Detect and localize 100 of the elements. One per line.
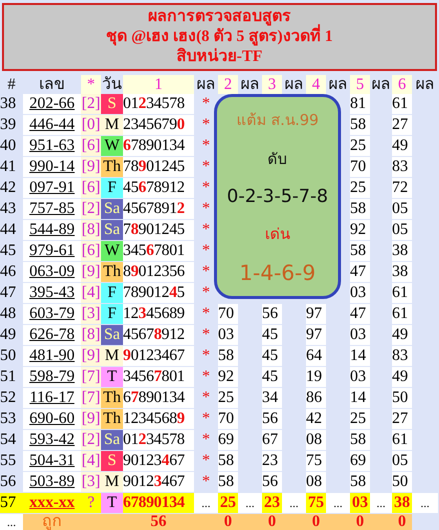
table-cell: 56 <box>262 472 282 493</box>
table-cell: 45 <box>262 346 282 367</box>
table-cell: 47 <box>350 304 370 325</box>
table-cell: 58 <box>350 115 370 136</box>
table-cell: 03 <box>350 283 370 304</box>
table-cell: 70 <box>350 157 370 178</box>
bracket-cell: [7] <box>81 388 101 409</box>
table-cell: 25 <box>350 409 370 430</box>
table-cell: 75 <box>306 451 326 472</box>
total-cell: 0 <box>392 514 412 530</box>
table-cell: 58 <box>350 472 370 493</box>
table-cell: 50 <box>392 388 412 409</box>
table-cell: 58 <box>350 430 370 451</box>
digits-cell: 78901245 <box>123 220 194 241</box>
day-cell: Th <box>101 262 123 283</box>
bracket-cell: [6] <box>81 178 101 199</box>
table-cell: 05 <box>392 220 412 241</box>
day-cell: Sa <box>101 430 123 451</box>
column-header: เลข <box>38 75 66 94</box>
table-cell: 64 <box>306 346 326 367</box>
digits-cell: 67890134 <box>123 388 194 409</box>
day-cell: M <box>101 472 123 493</box>
table-cell: 08 <box>306 430 326 451</box>
table-cell: 83 <box>392 157 412 178</box>
day-cell: F <box>101 283 123 304</box>
table-cell: 25 <box>218 493 238 514</box>
digits-cell: 12345689 <box>123 304 194 325</box>
day-cell: F <box>101 304 123 325</box>
digits-cell: 90123467 <box>123 472 194 493</box>
bracket-cell: [8] <box>81 325 101 346</box>
digits-cell: 67890134 <box>123 493 194 514</box>
digits-cell: 90123467 <box>123 346 194 367</box>
banner-title: ผลการตรวจสอบสูตร <box>148 7 291 26</box>
summary-title: แต้ม ส.น.99 <box>236 110 319 132</box>
day-cell: Th <box>101 409 123 430</box>
day-cell: T <box>101 367 123 388</box>
table-cell: 25 <box>218 388 238 409</box>
column-header: 1 <box>123 75 194 94</box>
digits-cell: 45678912 <box>123 325 194 346</box>
table-cell: 58 <box>218 472 238 493</box>
bracket-cell: [9] <box>81 346 101 367</box>
day-cell: T <box>101 493 123 514</box>
day-cell: W <box>101 241 123 262</box>
bracket-cell: [2] <box>81 199 101 220</box>
bracket-cell: ? <box>81 493 101 514</box>
table-cell: 75 <box>306 493 326 514</box>
table-cell: 58 <box>218 451 238 472</box>
table-cell: 72 <box>392 178 412 199</box>
day-cell: M <box>101 115 123 136</box>
total-cell: 0 <box>262 514 282 530</box>
table-cell: 56 <box>262 409 282 430</box>
table-cell: 05 <box>392 199 412 220</box>
table-cell: 08 <box>306 472 326 493</box>
day-cell: F <box>101 178 123 199</box>
table-cell: 81 <box>350 94 370 115</box>
bracket-cell: [9] <box>81 262 101 283</box>
column-header: ผล <box>414 75 436 94</box>
column-header: วัน <box>101 75 123 94</box>
drop-label: ดับ <box>268 149 288 170</box>
table-cell: 23 <box>262 451 282 472</box>
digits-cell: 89012356 <box>123 262 194 283</box>
table-cell: 61 <box>392 430 412 451</box>
bracket-cell: [2] <box>81 94 101 115</box>
table-cell: 45 <box>262 367 282 388</box>
hot-digits: 1-4-6-9 <box>239 260 316 285</box>
bracket-cell: [4] <box>81 283 101 304</box>
table-cell: 61 <box>392 283 412 304</box>
column-header: 3 <box>262 75 282 94</box>
table-cell: 38 <box>392 262 412 283</box>
digits-cell: 78901245 <box>123 157 194 178</box>
bracket-cell: [6] <box>81 136 101 157</box>
column-header: # <box>6 75 16 94</box>
bracket-cell: [8] <box>81 220 101 241</box>
column-header: 5 <box>350 75 370 94</box>
table-cell: 19 <box>306 367 326 388</box>
ellipsis-cell: ... <box>282 493 306 514</box>
day-cell: S <box>101 451 123 472</box>
table-cell: 14 <box>350 346 370 367</box>
digits-cell: 01234578 <box>123 94 194 115</box>
table-cell: 58 <box>350 241 370 262</box>
table-cell: 03 <box>218 325 238 346</box>
table-cell: 58 <box>218 346 238 367</box>
table-cell: 03 <box>350 493 370 514</box>
hot-label: เด่น <box>265 224 290 245</box>
day-cell: Sa <box>101 220 123 241</box>
table-cell: 56 <box>262 304 282 325</box>
row-number: 57 <box>0 493 23 514</box>
bracket-cell: [7] <box>81 367 101 388</box>
table-cell: 83 <box>392 346 412 367</box>
column-header: 6 <box>392 75 412 94</box>
table-cell: 49 <box>392 367 412 388</box>
day-cell: W <box>101 136 123 157</box>
table-cell: 61 <box>392 94 412 115</box>
table-cell: 69 <box>350 451 370 472</box>
column-header: ผล <box>328 75 348 94</box>
day-cell: Sa <box>101 325 123 346</box>
bracket-cell: [3] <box>81 472 101 493</box>
table-cell: 47 <box>350 262 370 283</box>
day-cell: Sa <box>101 199 123 220</box>
bracket-cell: [4] <box>81 451 101 472</box>
